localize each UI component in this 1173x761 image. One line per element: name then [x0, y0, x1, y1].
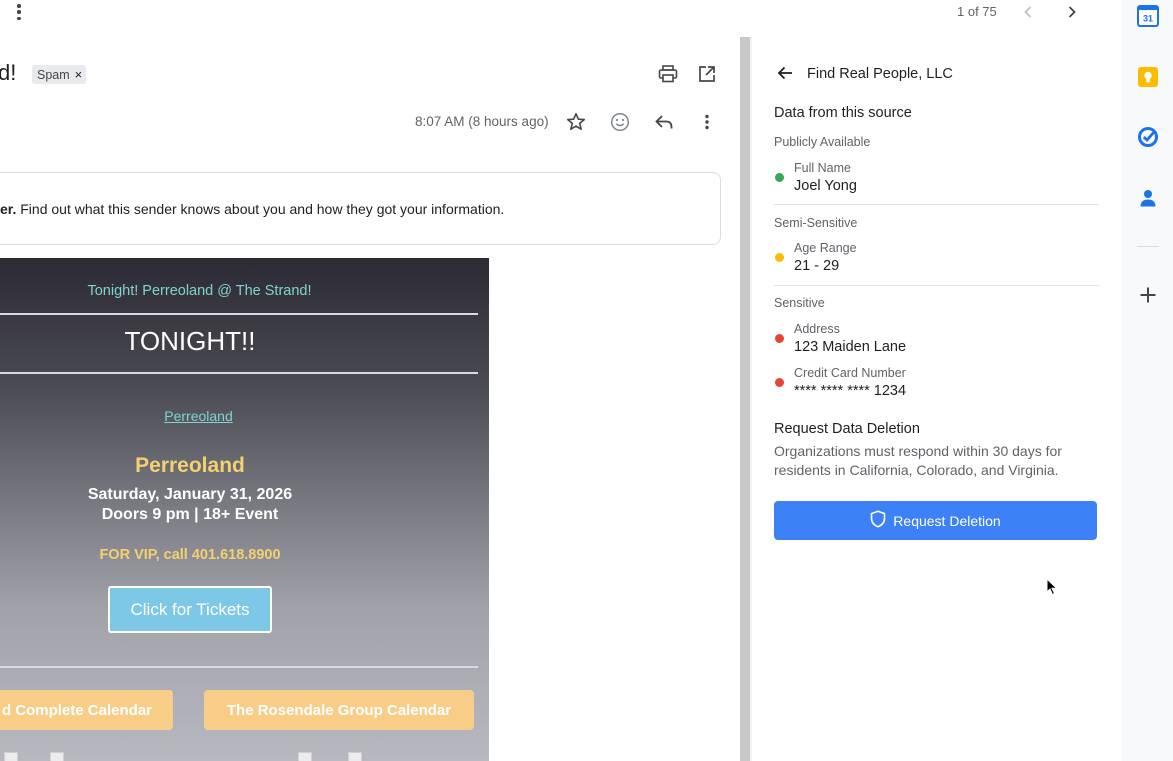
newsletter-divider	[0, 666, 478, 668]
sender-info-message: Find out what this sender knows about yo…	[16, 201, 505, 217]
back-arrow-icon[interactable]	[776, 64, 794, 82]
field-value: **** **** **** 1234	[794, 383, 907, 399]
red-status-dot	[775, 334, 784, 343]
deletion-heading: Request Data Deletion	[774, 421, 920, 437]
newsletter-doors: Doors 9 pm | 18+ Event	[101, 506, 279, 523]
remove-label-icon[interactable]: ×	[75, 67, 83, 82]
category-divider	[774, 285, 1099, 286]
field-label: Credit Card Number	[794, 366, 906, 380]
field-value: Joel Yong	[794, 178, 857, 194]
complete-calendar-button[interactable]: d Complete Calendar	[0, 690, 173, 730]
newsletter-date: Saturday, January 31, 2026	[87, 486, 293, 503]
more-options-icon[interactable]	[14, 3, 24, 21]
newsletter-event-link[interactable]: Perreoland	[0, 408, 397, 424]
keep-icon[interactable]	[1137, 66, 1159, 88]
previous-message-icon[interactable]	[1019, 3, 1037, 21]
source-title: Find Real People, LLC	[807, 66, 953, 82]
field-label: Address	[794, 322, 840, 336]
sender-info-bold: er.	[0, 201, 17, 217]
category-semi-sensitive: Semi-Sensitive	[774, 216, 858, 230]
broken-image-icon	[298, 752, 312, 761]
field-value: 21 - 29	[794, 258, 840, 274]
emoji-reaction-icon[interactable]	[608, 110, 632, 134]
category-divider	[774, 204, 1099, 205]
email-newsletter-body: Tonight! Perreoland @ The Strand! TONIGH…	[0, 258, 489, 761]
sender-info-text: er. Find out what this sender knows abou…	[0, 201, 504, 217]
newsletter-vip-line: FOR VIP, call 401.618.8900	[99, 547, 281, 563]
shield-icon	[870, 510, 886, 531]
field-label: Full Name	[794, 161, 851, 175]
mouse-cursor-icon	[1046, 577, 1058, 601]
tasks-icon[interactable]	[1137, 126, 1159, 148]
category-publicly-available: Publicly Available	[774, 135, 871, 149]
data-section-heading: Data from this source	[774, 105, 912, 121]
next-message-icon[interactable]	[1063, 3, 1081, 21]
red-status-dot	[775, 378, 784, 387]
reply-icon[interactable]	[652, 110, 676, 134]
category-sensitive: Sensitive	[774, 296, 825, 310]
calendar-badge-text: 31	[1143, 14, 1153, 24]
broken-image-icon	[348, 752, 362, 761]
newsletter-header-text: Tonight! Perreoland @ The Strand!	[87, 283, 312, 299]
panel-resize-handle[interactable]	[740, 37, 752, 761]
deletion-description: Organizations must respond within 30 day…	[774, 443, 1062, 478]
spam-label-chip[interactable]: Spam ×	[32, 65, 87, 84]
tickets-button[interactable]: Click for Tickets	[108, 586, 272, 633]
add-icon[interactable]	[1137, 284, 1159, 306]
rail-divider	[1137, 246, 1159, 247]
right-side-rail: 31	[1122, 0, 1173, 761]
spam-label-text: Spam	[37, 67, 70, 82]
top-toolbar: 1 of 75	[0, 0, 1122, 26]
pagination-text: 1 of 75	[957, 4, 997, 19]
star-icon[interactable]	[564, 110, 588, 134]
print-icon[interactable]	[656, 62, 680, 86]
field-value: 123 Maiden Lane	[794, 339, 907, 355]
broken-image-icon	[50, 752, 64, 761]
email-subject: d!	[0, 60, 17, 85]
request-deletion-button[interactable]: Request Deletion	[774, 501, 1097, 540]
broken-image-icon	[4, 752, 18, 761]
field-label: Age Range	[794, 241, 857, 255]
data-source-panel: Find Real People, LLC Data from this sou…	[752, 37, 1122, 761]
newsletter-headline: TONIGHT!!	[124, 326, 256, 356]
message-more-options-icon[interactable]	[695, 110, 719, 134]
email-timestamp: 8:07 AM (8 hours ago)	[415, 114, 549, 129]
open-in-new-window-icon[interactable]	[695, 62, 719, 86]
contacts-icon[interactable]	[1137, 187, 1159, 209]
yellow-status-dot	[775, 253, 784, 262]
newsletter-divider	[0, 313, 478, 315]
newsletter-band-name: Perreoland	[135, 454, 245, 477]
newsletter-divider	[0, 372, 478, 374]
rosendale-calendar-button[interactable]: The Rosendale Group Calendar	[204, 690, 474, 730]
request-deletion-label: Request Deletion	[893, 512, 1001, 529]
calendar-icon[interactable]: 31	[1137, 5, 1159, 27]
green-status-dot	[775, 173, 784, 182]
newsletter-header-line: Tonight! Perreoland @ The Strand!	[0, 283, 489, 299]
